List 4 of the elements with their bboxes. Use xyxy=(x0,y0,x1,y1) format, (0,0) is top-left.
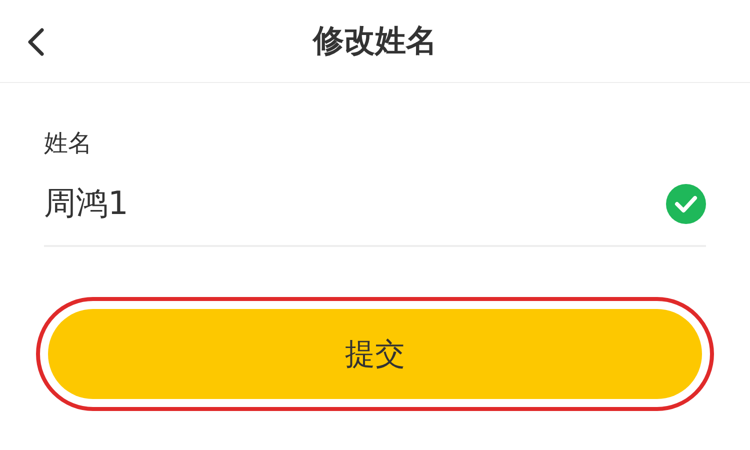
page-title: 修改姓名 xyxy=(313,22,437,61)
submit-button[interactable]: 提交 xyxy=(48,309,702,399)
field-label: 姓名 xyxy=(44,128,92,159)
name-field[interactable]: 周鸿1 xyxy=(44,163,706,247)
